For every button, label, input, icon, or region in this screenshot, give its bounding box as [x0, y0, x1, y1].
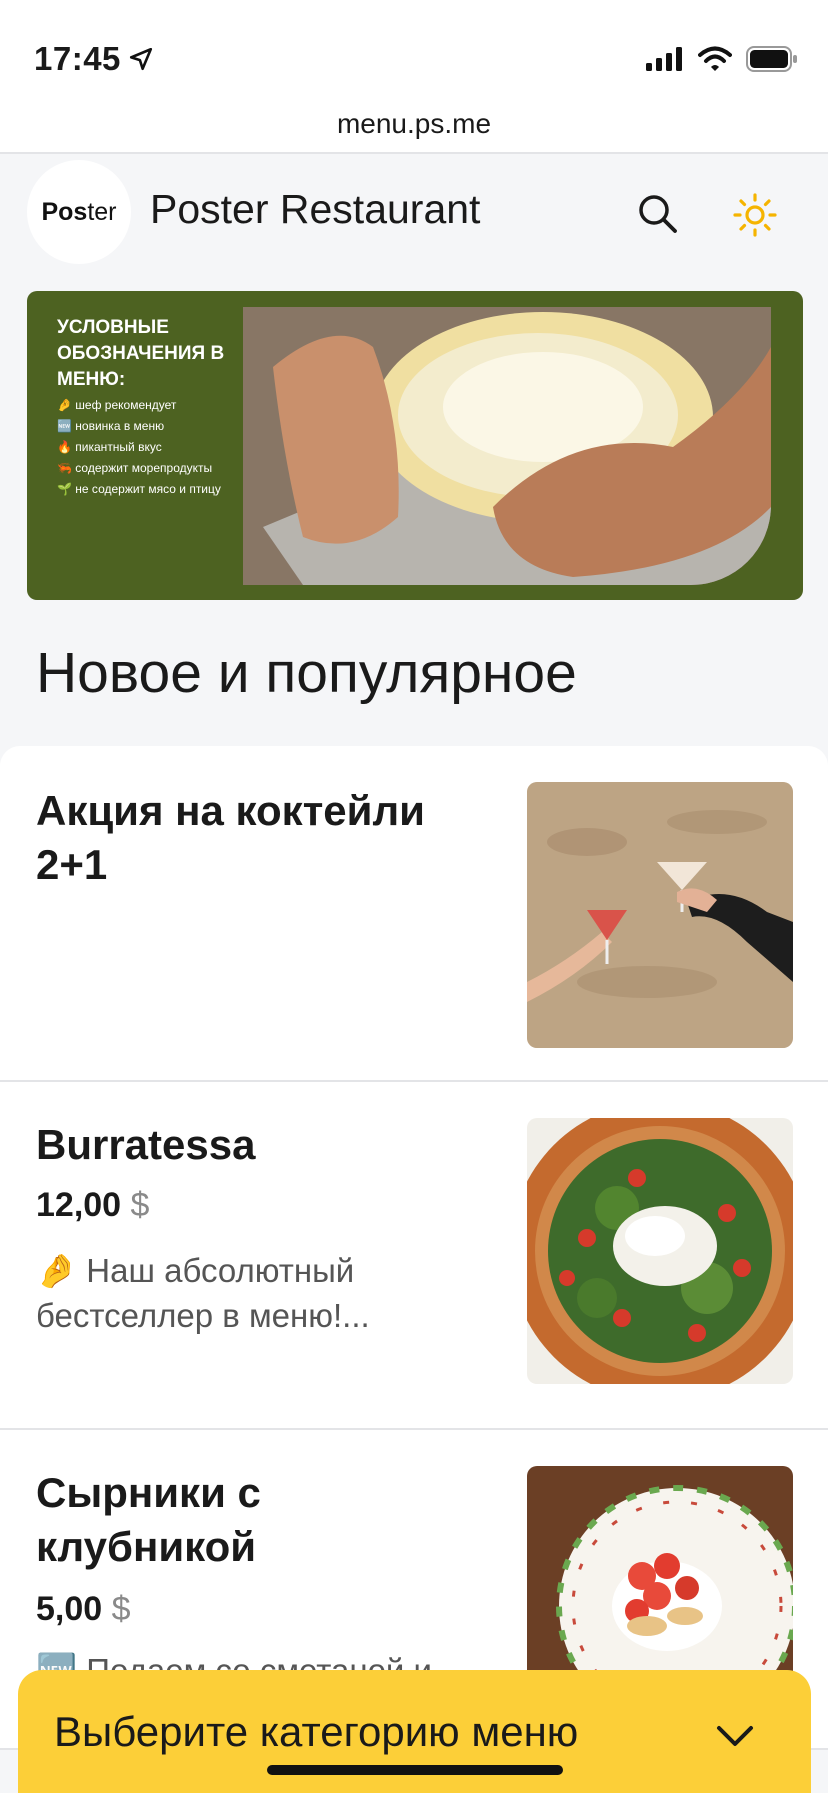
legend-emoji: 🔥	[57, 440, 72, 454]
price-currency: $	[111, 1590, 131, 1628]
menu-item-card[interactable]: Акция на коктейли 2+1	[0, 746, 828, 1082]
url-text: menu.ps.me	[336, 108, 492, 139]
legend-item: 🌱 не содержит мясо и птицу	[57, 479, 221, 500]
wifi-icon	[698, 46, 732, 77]
item-title: Burratessa	[36, 1121, 256, 1168]
burratessa-pizza-photo	[527, 1118, 793, 1384]
price-currency: $	[130, 1186, 150, 1224]
category-select-label: Выберите категорию меню	[54, 1708, 579, 1755]
menu-item-card[interactable]: Burratessa 12,00 $ 🤌 Наш абсолютный бест…	[0, 1082, 828, 1430]
status-time: 17:45	[34, 40, 121, 77]
item-price: 5,00 $	[36, 1590, 131, 1629]
browser-url-bar[interactable]: menu.ps.me	[0, 100, 828, 154]
item-title: Сырники с клубникой	[36, 1469, 261, 1570]
home-indicator	[267, 1765, 563, 1775]
price-value: 5,00	[36, 1590, 103, 1628]
legend-list: 🤌 шеф рекомендует 🆕 новинка в меню 🔥 пик…	[57, 395, 221, 500]
legend-item: 🦐 содержит морепродукты	[57, 458, 221, 479]
status-bar: 17:45	[0, 0, 828, 100]
logo-text-bold: Pos	[41, 198, 88, 226]
legend-item: 🔥 пикантный вкус	[57, 437, 221, 458]
legend-emoji: 🆕	[57, 419, 72, 433]
legend-text: содержит морепродукты	[75, 461, 213, 475]
price-value: 12,00	[36, 1186, 122, 1224]
legend-item: 🤌 шеф рекомендует	[57, 395, 221, 416]
cellular-signal-icon	[646, 47, 684, 76]
legend-text: пикантный вкус	[75, 440, 162, 454]
restaurant-header: Poster Poster Restaurant	[0, 156, 828, 270]
menu-item-list: Акция на коктейли 2+1 Burratessa 12,00 $…	[0, 746, 828, 1750]
logo-text-light: ter	[87, 198, 117, 226]
restaurant-logo[interactable]: Poster	[27, 160, 131, 264]
restaurant-name: Poster Restaurant	[150, 186, 481, 232]
legend-text: новинка в меню	[75, 419, 165, 433]
legend-text: не содержит мясо и птицу	[75, 482, 221, 496]
legend-item: 🆕 новинка в меню	[57, 416, 221, 437]
legend-emoji: 🌱	[57, 482, 72, 496]
cocktails-photo	[527, 782, 793, 1048]
legend-banner[interactable]: Условные обозначения в меню: 🤌 шеф реком…	[27, 291, 803, 600]
legend-text: шеф рекомендует	[75, 398, 177, 412]
item-price: 12,00 $	[36, 1186, 149, 1225]
sun-icon[interactable]	[730, 190, 780, 240]
pizza-dough-photo	[243, 307, 771, 585]
search-icon[interactable]	[634, 190, 682, 238]
status-icons	[646, 46, 798, 77]
item-title: Акция на коктейли 2+1	[36, 787, 425, 888]
item-description: 🤌 Наш абсолютный бестселлер в меню!...	[36, 1252, 370, 1334]
banner-title: Условные обозначения в меню:	[57, 317, 225, 390]
legend-emoji: 🦐	[57, 461, 72, 475]
location-arrow-icon	[128, 46, 154, 77]
battery-icon	[746, 46, 798, 77]
legend-emoji: 🤌	[57, 398, 72, 412]
section-title: Новое и популярное	[36, 641, 577, 705]
chevron-down-icon[interactable]	[713, 1716, 757, 1756]
